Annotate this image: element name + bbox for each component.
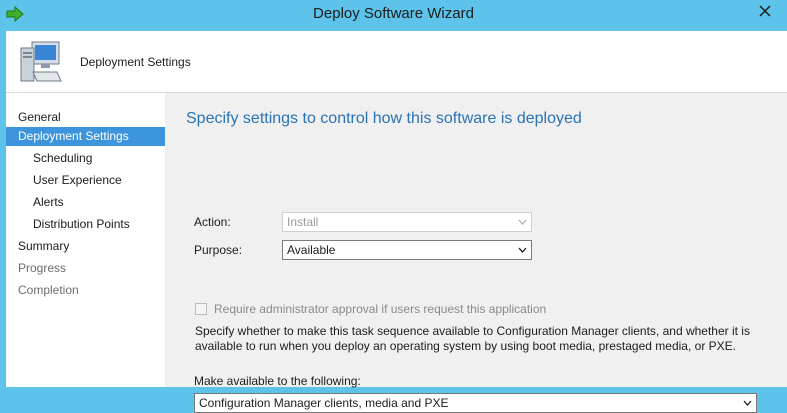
approval-label: Require administrator approval if users … [214,302,547,316]
nav-item-scheduling[interactable]: Scheduling [6,149,165,168]
nav-item-alerts[interactable]: Alerts [6,193,165,212]
header-title: Deployment Settings [80,55,191,69]
wizard-client-area: Deployment Settings General Deployment S… [6,31,787,413]
purpose-value: Available [287,243,336,257]
nav-item-progress: Progress [18,261,67,275]
make-available-label: Make available to the following: [194,374,361,388]
content-panel: Specify settings to control how this sof… [165,93,787,413]
close-icon [759,5,771,17]
nav-item-general[interactable]: General [6,108,165,127]
nav-item-distribution-points[interactable]: Distribution Points [6,215,165,234]
make-available-select[interactable]: Configuration Manager clients, media and… [194,393,757,413]
nav-item-user-experience[interactable]: User Experience [6,171,165,190]
nav-item-deployment-settings[interactable]: Deployment Settings [6,127,165,146]
computer-icon [13,37,63,87]
window-title: Deploy Software Wizard [313,5,474,22]
approval-checkbox [195,303,207,315]
make-available-value: Configuration Manager clients, media and… [199,396,449,410]
wizard-header: Deployment Settings [6,31,787,93]
action-label: Action: [194,215,231,229]
chevron-down-icon [518,219,527,225]
action-value: Install [287,215,319,229]
purpose-label: Purpose: [194,243,243,257]
wizard-nav: General Deployment Settings Scheduling U… [6,93,165,387]
availability-description: Specify whether to make this task sequen… [195,324,750,353]
chevron-down-icon [743,400,752,406]
purpose-select[interactable]: Available [282,240,532,260]
close-button[interactable] [743,0,787,22]
title-bar[interactable]: Deploy Software Wizard [0,0,787,31]
nav-item-summary[interactable]: Summary [6,237,165,256]
nav-item-completion: Completion [18,283,79,297]
chevron-down-icon [518,247,527,253]
wizard-window: Deploy Software Wizard Deployment Settin [0,0,787,413]
action-select: Install [282,212,532,232]
page-heading: Specify settings to control how this sof… [186,110,582,127]
